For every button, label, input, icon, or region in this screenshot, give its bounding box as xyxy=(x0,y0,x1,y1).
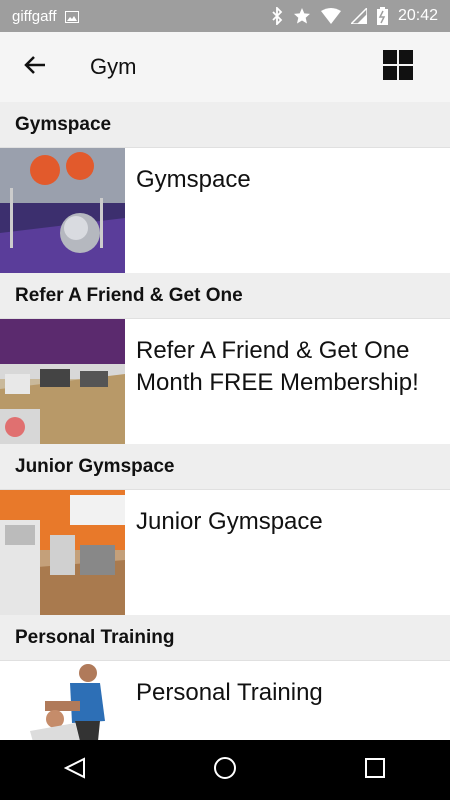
back-button[interactable] xyxy=(0,32,70,102)
status-bar: giffgaff 20:42 xyxy=(0,0,450,32)
image-icon xyxy=(64,10,79,23)
bluetooth-icon xyxy=(271,7,283,25)
item-title: Personal Training xyxy=(136,679,323,706)
signal-icon xyxy=(350,8,367,24)
clock-label: 20:42 xyxy=(397,7,438,24)
content-list: Gymspace Gymspace Refer A Friend & Get O… xyxy=(0,102,450,740)
item-title: Gymspace xyxy=(136,166,251,193)
gymspace-thumbnail xyxy=(0,148,125,273)
section-header-personal-training: Personal Training xyxy=(0,615,450,661)
item-title: Junior Gymspace xyxy=(136,508,323,535)
list-item-personal-training[interactable]: Personal Training xyxy=(0,661,450,740)
item-title: Refer A Friend & Get One Month FREE Memb… xyxy=(136,337,419,396)
recents-square-icon xyxy=(365,757,385,783)
personal-training-thumbnail xyxy=(0,661,125,740)
list-item-gymspace[interactable]: Gymspace xyxy=(0,148,450,273)
nav-home-button[interactable] xyxy=(185,740,265,800)
wifi-icon xyxy=(320,8,341,24)
nav-recents-button[interactable] xyxy=(335,740,415,800)
nav-back-button[interactable] xyxy=(35,740,115,800)
arrow-left-icon xyxy=(24,55,46,80)
status-right: 20:42 xyxy=(271,7,450,25)
star-icon xyxy=(293,7,311,25)
back-triangle-icon xyxy=(63,756,86,784)
app-bar: Gym xyxy=(0,32,450,102)
list-item-junior-gymspace[interactable]: Junior Gymspace xyxy=(0,490,450,615)
navigation-bar xyxy=(0,740,450,800)
grid-view-button[interactable] xyxy=(368,32,428,102)
junior-gymspace-thumbnail xyxy=(0,490,125,615)
carrier-label: giffgaff xyxy=(12,7,57,25)
status-left: giffgaff xyxy=(0,8,79,25)
page-title: Gym xyxy=(90,54,137,79)
section-header-gymspace: Gymspace xyxy=(0,102,450,148)
list-item-refer-a-friend[interactable]: Refer A Friend & Get One Month FREE Memb… xyxy=(0,319,450,444)
section-header-junior-gymspace: Junior Gymspace xyxy=(0,444,450,490)
grid-view-icon xyxy=(383,49,413,85)
refer-a-friend-thumbnail xyxy=(0,319,125,444)
battery-icon xyxy=(376,7,388,25)
home-circle-icon xyxy=(213,756,237,785)
section-header-refer-a-friend: Refer A Friend & Get One xyxy=(0,273,450,319)
